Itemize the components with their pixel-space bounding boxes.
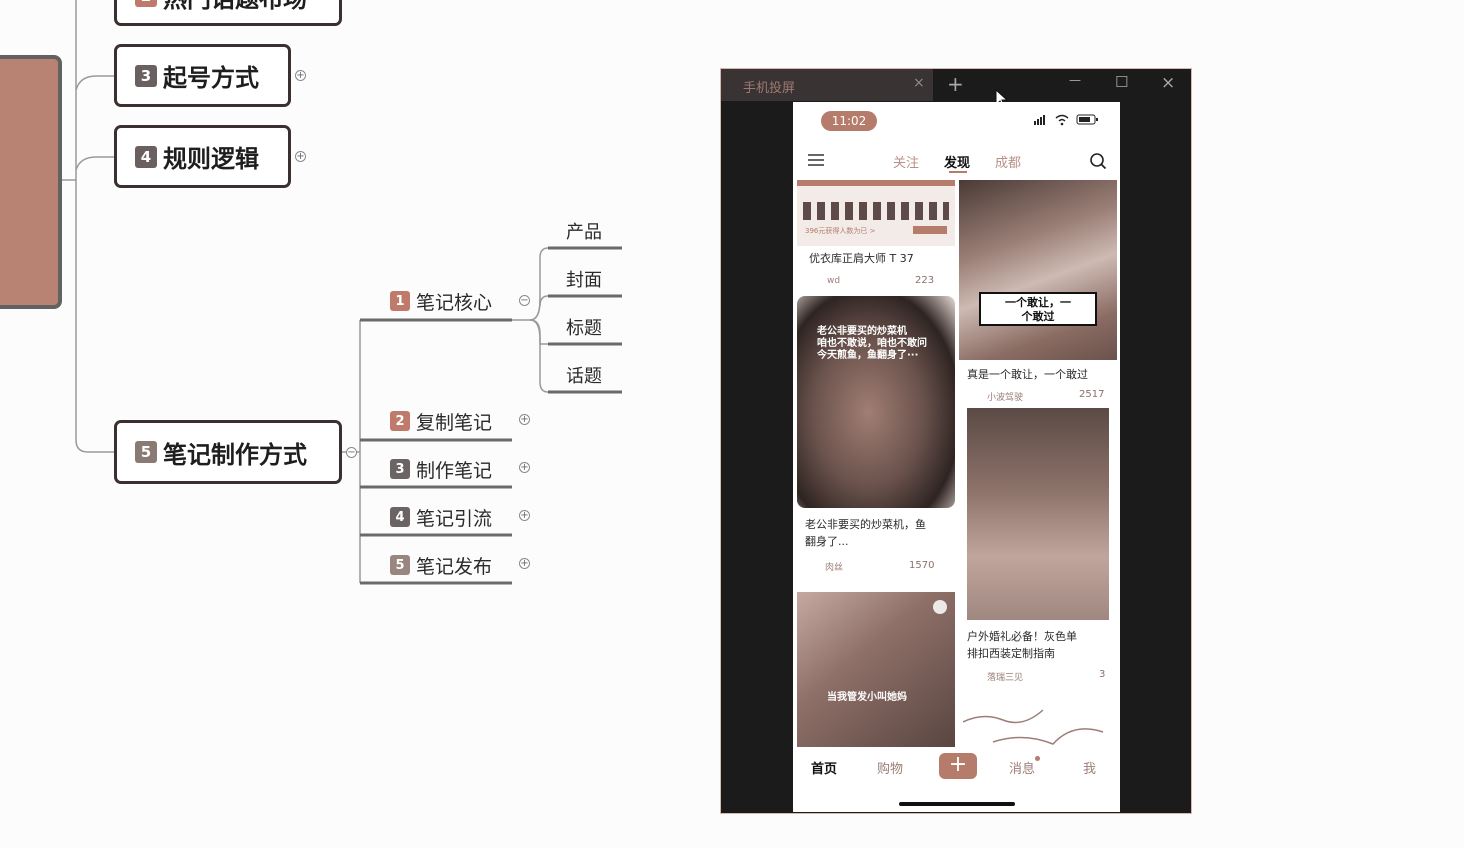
mindmap-node-note-making[interactable]: 5 笔记制作方式 xyxy=(114,420,342,484)
phone-mirror-window[interactable]: 手机投屏 × + — ☐ × 11:02 关注 发现 成都 396元获得人数为已… xyxy=(720,68,1192,814)
card-title: 真是一个敢让，一个敢过 xyxy=(967,368,1088,381)
subnode-number-badge: 4 xyxy=(390,507,410,527)
leaf-cover[interactable]: 封面 xyxy=(566,266,602,292)
leaf-title[interactable]: 标题 xyxy=(566,314,602,340)
maximize-button[interactable]: ☐ xyxy=(1115,73,1128,91)
tab-location[interactable]: 成都 xyxy=(995,152,1021,171)
tab-messages[interactable]: 消息 xyxy=(1009,758,1035,777)
card-author: 肉丝 xyxy=(825,563,844,573)
window-tab[interactable]: 手机投屏 × xyxy=(721,69,933,101)
subnode-label: 制作笔记 xyxy=(416,459,493,482)
card-title: 优衣库正肩大师 T 37 xyxy=(809,252,914,265)
node-number-badge: 4 xyxy=(135,145,157,168)
card-author: wd xyxy=(827,276,841,286)
tab-me[interactable]: 我 xyxy=(1083,758,1096,777)
tab-home[interactable]: 首页 xyxy=(811,758,837,777)
node-label: 热门话题布场 xyxy=(163,0,307,14)
tab-shopping[interactable]: 购物 xyxy=(877,758,903,777)
feed-card-1[interactable]: 396元获得人数为已 > 优衣库正肩大师 T 37 wd 223 xyxy=(797,180,955,292)
subnode-number-badge: 5 xyxy=(390,555,410,575)
card-likes: 223 xyxy=(915,275,935,286)
collapse-node-button[interactable]: − xyxy=(519,295,530,306)
window-tab-title: 手机投屏 xyxy=(743,81,796,96)
product-thumbnails xyxy=(803,202,949,220)
feed-card-3[interactable]: 老公非要买的炒菜机 咱也不敢说，咱也不敢问 今天煎鱼，鱼翻身了··· 老公非要买… xyxy=(797,296,955,586)
subnode-label: 笔记引流 xyxy=(416,507,493,530)
card-author: 落瑞三见 xyxy=(987,673,1024,683)
expand-node-button[interactable]: + xyxy=(519,414,530,425)
leaf-product[interactable]: 产品 xyxy=(566,218,602,244)
card-likes: 2517 xyxy=(1079,389,1105,400)
card-overlay-text: 老公非要买的炒菜机 咱也不敢说，咱也不敢问 今天煎鱼，鱼翻身了··· xyxy=(817,326,927,361)
card-image xyxy=(959,180,1117,360)
mindmap-connectors xyxy=(62,0,622,585)
subnode-number-badge: 3 xyxy=(390,459,410,479)
phone-screen[interactable]: 11:02 关注 发现 成都 396元获得人数为已 > 优衣库正肩大师 T 37… xyxy=(793,102,1120,812)
expand-node-button[interactable]: + xyxy=(519,462,530,473)
subnode-make-note[interactable]: 3 制作笔记 xyxy=(390,454,492,484)
card-likes: 1570 xyxy=(909,560,935,571)
tab-close-icon[interactable]: × xyxy=(913,75,925,91)
subnode-number-badge: 2 xyxy=(390,411,410,431)
expand-node-button[interactable]: + xyxy=(295,151,306,162)
feed-card-4[interactable]: 户外婚礼必备！灰色单 排扣西装定制指南 落瑞三见 3 xyxy=(959,408,1117,688)
minimize-button[interactable]: — xyxy=(1069,73,1081,87)
node-number-badge: 5 xyxy=(135,441,157,463)
tab-discover[interactable]: 发现 xyxy=(944,152,970,171)
mindmap-node-rule-logic[interactable]: 4 规则逻辑 xyxy=(114,125,291,188)
expand-node-button[interactable]: + xyxy=(519,510,530,521)
card-image xyxy=(797,592,955,747)
node-number-badge: 3 xyxy=(135,64,157,87)
card-overlay-text: 一个敢让，一 个敢过 xyxy=(979,292,1097,326)
card-banner-small: 396元获得人数为已 > xyxy=(805,227,876,235)
expand-node-button[interactable]: + xyxy=(295,70,306,81)
card-title: 户外婚礼必备！灰色单 排扣西装定制指南 xyxy=(967,630,1077,660)
card-author: 小波驾驶 xyxy=(987,393,1024,403)
subnode-number-badge: 1 xyxy=(390,291,410,311)
tab-follow[interactable]: 关注 xyxy=(893,152,919,171)
node-label: 笔记制作方式 xyxy=(163,440,307,469)
feed-card-5[interactable]: 当我管发小叫她妈 xyxy=(797,592,955,747)
publish-button[interactable]: + xyxy=(939,753,977,779)
card-overlay-text: 当我管发小叫她妈 xyxy=(827,692,907,703)
mindmap-node-account-start[interactable]: 3 起号方式 xyxy=(114,44,291,107)
card-title: 老公非要买的炒菜机，鱼 翻身了... xyxy=(805,518,926,548)
node-label: 规则逻辑 xyxy=(163,145,259,173)
new-tab-button[interactable]: + xyxy=(947,72,964,96)
expand-node-button[interactable]: + xyxy=(519,558,530,569)
play-icon xyxy=(933,600,947,614)
leaf-topic[interactable]: 话题 xyxy=(566,362,602,388)
card-likes: 3 xyxy=(1099,669,1106,680)
subnode-label: 复制笔记 xyxy=(416,411,493,434)
subnode-copy-note[interactable]: 2 复制笔记 xyxy=(390,406,492,436)
signal-wifi-battery-icon xyxy=(1034,114,1098,126)
subnode-note-publish[interactable]: 5 笔记发布 xyxy=(390,550,492,580)
mindmap-node-topic-layout[interactable]: 2 热门话题布场 xyxy=(114,0,342,26)
card-banner-button xyxy=(913,226,947,234)
status-icons xyxy=(1034,114,1100,129)
subnode-label: 笔记发布 xyxy=(416,555,493,578)
subnode-note-traffic[interactable]: 4 笔记引流 xyxy=(390,502,492,532)
menu-icon[interactable] xyxy=(807,153,825,167)
node-label: 起号方式 xyxy=(163,64,259,92)
node-number-badge: 2 xyxy=(135,0,157,7)
message-badge xyxy=(1035,756,1040,761)
bottom-tab-bar: 首页 购物 + 消息 我 xyxy=(793,750,1120,786)
home-indicator xyxy=(899,802,1015,806)
subnode-label: 笔记核心 xyxy=(416,291,493,314)
status-time: 11:02 xyxy=(821,111,877,131)
card-image xyxy=(967,408,1109,620)
active-tab-indicator xyxy=(949,171,967,173)
subnode-note-core[interactable]: 1 笔记核心 xyxy=(390,286,492,316)
card-image-partial xyxy=(963,709,1104,745)
close-window-button[interactable]: × xyxy=(1161,73,1175,93)
collapse-node-button[interactable]: − xyxy=(346,447,357,458)
search-icon[interactable] xyxy=(1089,152,1107,170)
feed-card-2[interactable]: 一个敢让，一 个敢过 真是一个敢让，一个敢过 小波驾驶 2517 xyxy=(959,180,1117,403)
